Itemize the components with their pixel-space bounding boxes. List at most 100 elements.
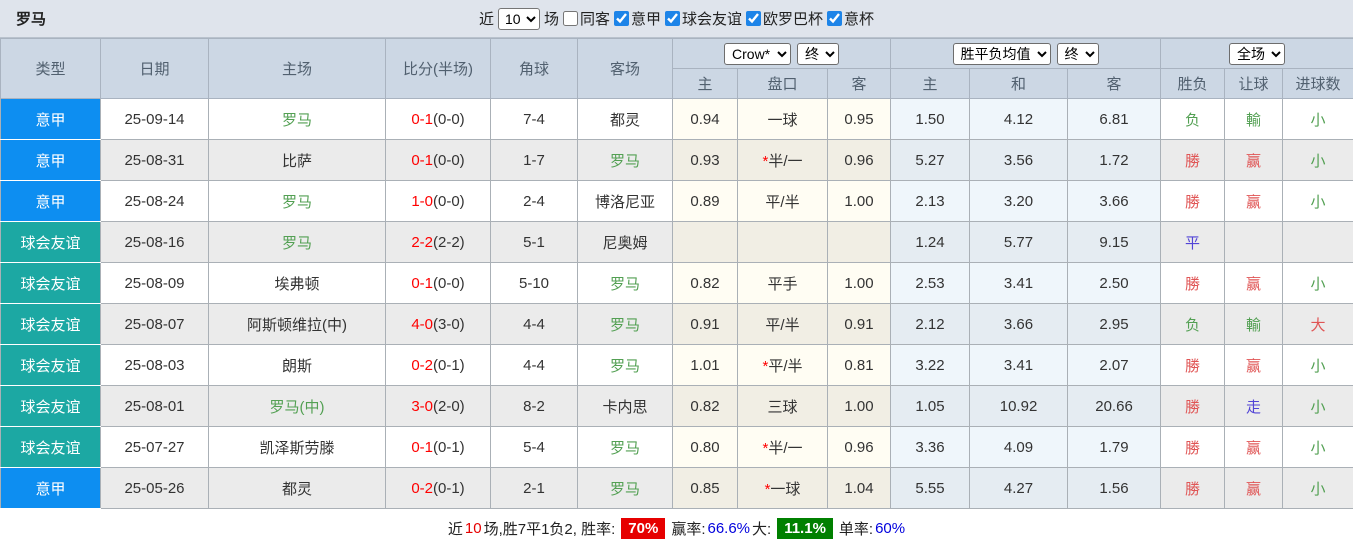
home-team-name: 罗马 — [281, 111, 312, 129]
home-team-name: 罗马(中) — [269, 398, 325, 416]
handicap-result-cell: 赢 — [1224, 262, 1284, 304]
filter-europa-checkbox[interactable] — [746, 11, 762, 26]
avg-win-cell: 3.36 — [890, 426, 971, 468]
same-venue-checkbox[interactable] — [562, 11, 578, 26]
league-cell: 意甲 — [0, 139, 101, 181]
big-rate-label: 大: — [752, 521, 772, 538]
odds-home-cell: 1.01 — [672, 344, 738, 386]
same-venue-option[interactable]: 同客 — [562, 8, 610, 29]
away-team-cell: 罗马 — [577, 303, 673, 345]
handicap-rate-value: 66.6% — [707, 520, 751, 537]
filter-serie-a-option[interactable]: 意甲 — [613, 8, 661, 29]
topbar: 罗马 近 10 场 同客 意甲 球会友谊 欧罗巴杯 意杯 — [0, 0, 1353, 38]
fulltime-score: 0-1 — [411, 438, 433, 456]
subcol-let: 让球 — [1224, 68, 1284, 99]
handicap-value: 一球 — [770, 480, 801, 498]
filter-friendly-checkbox[interactable] — [665, 11, 680, 26]
filter-controls: 近 10 场 同客 意甲 球会友谊 欧罗巴杯 意杯 — [479, 7, 874, 30]
away-team-cell: 尼奥姆 — [577, 221, 673, 263]
goals-cell: 小 — [1282, 344, 1353, 386]
away-team-cell: 罗马 — [577, 262, 673, 304]
subcol-avg-win: 主 — [890, 68, 971, 99]
avg-stage-select[interactable]: 终 — [1056, 42, 1099, 65]
recent-count-select[interactable]: 10 — [497, 7, 540, 30]
handicap-value: 一球 — [767, 111, 798, 129]
fulltime-score: 4-0 — [411, 315, 433, 333]
odds-away-cell: 0.96 — [826, 139, 892, 181]
col-corner: 角球 — [490, 38, 578, 99]
avg-lose-cell: 1.56 — [1067, 467, 1162, 509]
filter-coppa-option[interactable]: 意杯 — [827, 8, 874, 29]
col-score: 比分(半场) — [385, 38, 491, 99]
win-rate-badge: 70% — [621, 518, 666, 539]
avg-type-select[interactable]: 胜平负均值 — [952, 42, 1051, 65]
league-cell: 球会友谊 — [0, 221, 101, 263]
avg-win-cell: 2.13 — [890, 180, 971, 222]
away-team-cell: 罗马 — [577, 344, 673, 386]
avg-lose-cell: 2.07 — [1067, 344, 1162, 386]
odds-away-cell: 1.00 — [826, 180, 892, 222]
goals-cell: 小 — [1282, 385, 1353, 427]
handicap-value: 半/一 — [768, 439, 803, 457]
games-label: 场 — [543, 11, 559, 28]
league-cell: 球会友谊 — [0, 426, 101, 468]
filter-serie-a-label: 意甲 — [630, 11, 661, 28]
handicap-value: 半/一 — [768, 152, 803, 170]
result-cell: 勝 — [1160, 180, 1226, 222]
date-cell: 25-08-07 — [100, 303, 209, 345]
score-cell: 0-1(0-0) — [385, 139, 491, 181]
fulltime-score: 1-0 — [411, 192, 433, 210]
odd-rate-value: 60% — [875, 520, 906, 537]
filter-serie-a-checkbox[interactable] — [613, 11, 629, 26]
fulltime-score: 0-2 — [411, 356, 433, 374]
score-cell: 2-2(2-2) — [385, 221, 491, 263]
handicap-result-cell: 赢 — [1224, 139, 1284, 181]
odds-stage-select[interactable]: 终 — [797, 42, 840, 65]
summary-count: 10 — [464, 520, 482, 537]
avg-lose-cell: 2.95 — [1067, 303, 1162, 345]
result-cell: 勝 — [1160, 467, 1226, 509]
filter-coppa-checkbox[interactable] — [827, 11, 843, 26]
away-team-name: 博洛尼亚 — [594, 193, 655, 211]
filter-coppa-label: 意杯 — [844, 11, 875, 28]
home-team-name: 埃弗顿 — [274, 275, 320, 293]
avg-lose-cell: 1.72 — [1067, 139, 1162, 181]
filter-europa-option[interactable]: 欧罗巴杯 — [746, 8, 823, 29]
score-cell: 4-0(3-0) — [385, 303, 491, 345]
odds-group-header: Crow* 终 — [671, 38, 892, 69]
home-team-cell: 阿斯顿维拉(中) — [208, 303, 386, 345]
odds-home-cell: 0.94 — [672, 98, 738, 140]
avg-draw-cell: 3.66 — [969, 303, 1069, 345]
halftime-score: (3-0) — [433, 315, 465, 333]
score-cell: 0-2(0-1) — [385, 344, 491, 386]
matches-table: 类型 日期 主场 比分(半场) 角球 客场 Crow* 终 胜平负均值 终 全场… — [0, 38, 1353, 509]
scope-select[interactable]: 全场 — [1229, 42, 1286, 65]
corner-cell: 4-4 — [490, 303, 578, 345]
fulltime-score: 2-2 — [411, 233, 433, 251]
away-team-cell: 都灵 — [577, 98, 673, 140]
home-team-name: 罗马 — [281, 234, 312, 252]
date-cell: 25-09-14 — [100, 98, 209, 140]
halftime-score: (0-1) — [433, 438, 465, 456]
odds-home-cell: 0.85 — [672, 467, 738, 509]
odds-company-select[interactable]: Crow* — [724, 42, 792, 65]
odds-away-cell — [826, 221, 892, 263]
handicap-cell: 一球 — [737, 98, 828, 140]
odds-home-cell: 0.89 — [672, 180, 738, 222]
halftime-score: (2-0) — [433, 397, 465, 415]
avg-draw-cell: 4.27 — [969, 467, 1069, 509]
team-title: 罗马 — [16, 11, 47, 28]
corner-cell: 5-1 — [490, 221, 578, 263]
subcol-avg-lose: 客 — [1067, 68, 1162, 99]
home-team-name: 阿斯顿维拉(中) — [247, 316, 347, 334]
score-cell: 0-1(0-1) — [385, 426, 491, 468]
handicap-cell: *平/半 — [737, 344, 828, 386]
away-team-cell: 罗马 — [577, 467, 673, 509]
filter-friendly-option[interactable]: 球会友谊 — [665, 8, 742, 29]
scope-group-header: 全场 — [1160, 38, 1353, 69]
summary-bar: 近 10 场,胜7平1负2, 胜率: 70% 赢率: 66.6% 大: 11.1% 单… — [0, 509, 1353, 547]
away-team-name: 卡内思 — [602, 398, 648, 416]
halftime-score: (0-0) — [433, 151, 465, 169]
home-team-name: 凯泽斯劳滕 — [259, 439, 335, 457]
fulltime-score: 3-0 — [411, 397, 433, 415]
